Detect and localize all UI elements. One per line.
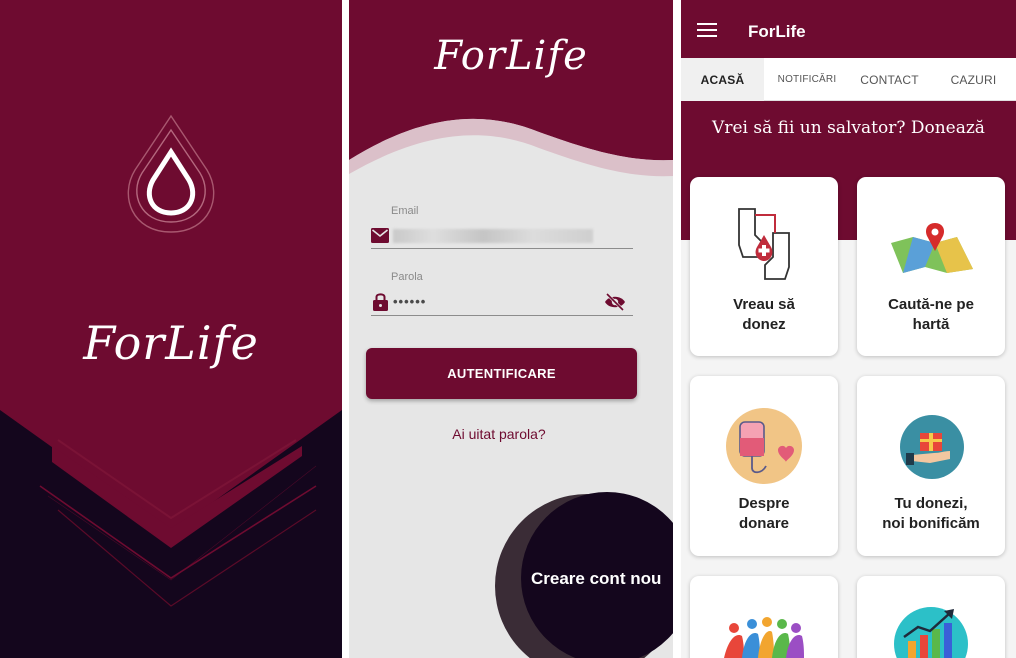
tab-home[interactable]: ACASĂ [681, 58, 764, 101]
card-map-label-line2: hartă [912, 316, 950, 333]
tab-contact[interactable]: CONTACT [849, 58, 930, 101]
card-bonus-label-line1: Tu donezi, [894, 495, 968, 512]
card-donate[interactable]: Vreau să donez [690, 177, 838, 356]
card-community[interactable] [690, 576, 838, 658]
app-bar: ForLife [681, 0, 1016, 58]
blood-bag-icon [726, 408, 802, 484]
email-field[interactable] [393, 229, 593, 243]
login-logo-text: ForLife [434, 33, 588, 79]
card-statistics[interactable] [857, 576, 1005, 658]
home-screen: ForLife ACASĂ NOTIFICĂRI CONTACT CAZURI … [681, 0, 1016, 658]
eye-off-icon[interactable] [604, 293, 626, 311]
menu-icon[interactable] [697, 23, 717, 38]
create-account-button[interactable]: Creare cont nou [531, 569, 661, 589]
password-field[interactable]: •••••• [393, 294, 426, 309]
card-map[interactable]: Caută-ne pe hartă [857, 177, 1005, 356]
gift-hand-icon [900, 415, 964, 479]
hero-text: Vrei să fii un salvator? Donează [712, 118, 985, 138]
growth-chart-icon [894, 607, 968, 658]
card-bonus[interactable]: Tu donezi, noi bonificăm [857, 376, 1005, 556]
forgot-password-link[interactable]: Ai uitat parola? [349, 426, 649, 442]
map-pin-icon [891, 223, 973, 273]
card-about[interactable]: Despre donare [690, 376, 838, 556]
splash-logo-text: ForLife [83, 316, 259, 370]
login-background [349, 0, 673, 658]
login-screen: ForLife Email Parola •••••• AUTENTIFICAR… [349, 0, 673, 658]
app-title: ForLife [748, 22, 806, 41]
mail-icon [371, 228, 389, 243]
email-label: Email [391, 205, 419, 217]
email-underline [371, 248, 633, 249]
login-button[interactable]: AUTENTIFICARE [366, 348, 637, 399]
tab-bar: ACASĂ NOTIFICĂRI CONTACT CAZURI [681, 58, 1016, 101]
tab-notifications[interactable]: NOTIFICĂRI [765, 58, 849, 101]
card-about-label-line2: donare [738, 515, 789, 532]
card-map-label-line1: Caută-ne pe [888, 296, 974, 313]
lock-icon [373, 293, 388, 311]
card-about-label-line1: Despre [738, 495, 790, 512]
card-bonus-label-line2: noi bonificăm [882, 515, 980, 532]
card-donate-label-line2: donez [742, 316, 786, 333]
donate-hands-icon [738, 208, 790, 280]
password-underline [371, 315, 633, 316]
password-label: Parola [391, 271, 423, 283]
card-donate-label-line1: Vreau să [733, 296, 795, 313]
community-icon [724, 617, 804, 658]
tab-cases[interactable]: CAZURI [931, 58, 1016, 101]
splash-screen: ForLife [0, 0, 342, 658]
